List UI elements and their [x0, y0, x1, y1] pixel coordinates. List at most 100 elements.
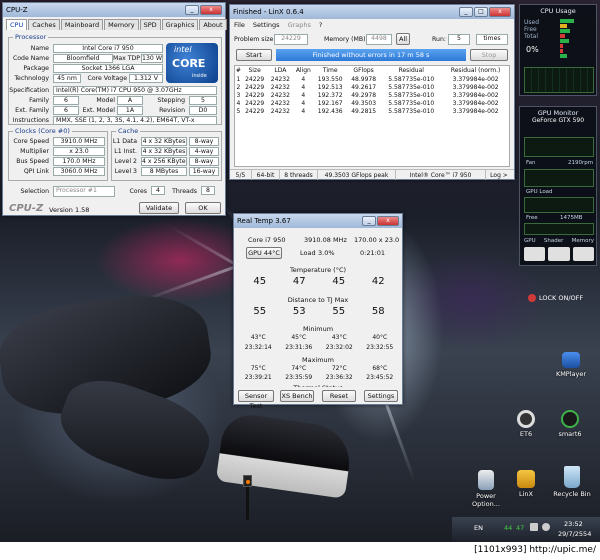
- ok-button[interactable]: OK: [185, 202, 221, 214]
- table-row[interactable]: 2 24229 24232 4 192.513 49.2617 5.587735e-010 3…: [235, 83, 509, 91]
- core-temps: 45 47 45 42: [240, 276, 398, 287]
- desktop-icon-power-options[interactable]: Power Option...: [468, 470, 504, 508]
- cache-ways: 16-way: [189, 167, 219, 176]
- free-memory-label: Free: [526, 215, 538, 221]
- cpu-usage-gadget[interactable]: CPU Usage Used Free Total 0%: [519, 4, 597, 96]
- tab-mainboard[interactable]: Mainboard: [60, 19, 104, 30]
- recycle-bin-label: Recycle Bin: [553, 490, 591, 498]
- menu-help[interactable]: ?: [319, 21, 322, 29]
- table-cell: 24232: [270, 91, 290, 99]
- minimize-button[interactable]: _: [362, 216, 376, 226]
- memory-total-label: Total: [524, 33, 539, 40]
- reset-button[interactable]: Reset: [322, 390, 356, 402]
- menu-graphs[interactable]: Graphs: [288, 21, 311, 29]
- memory-graph: [524, 223, 594, 235]
- maximize-button[interactable]: □: [474, 7, 488, 17]
- minimize-button[interactable]: _: [459, 7, 473, 17]
- column-header: Time: [322, 67, 338, 74]
- cpuz-window[interactable]: CPU-Z _ x CPU Caches Mainboard Memory SP…: [2, 2, 227, 216]
- linx-window[interactable]: Finished - LinX 0.6.4 _ □ x File Setting…: [229, 4, 515, 180]
- cache-level: Level 2: [114, 158, 137, 165]
- cpuz-title: CPU-Z: [6, 6, 28, 14]
- desktop-icon-et6[interactable]: ET6: [510, 410, 542, 438]
- close-button[interactable]: x: [377, 216, 399, 226]
- memory-input[interactable]: 4498: [366, 34, 392, 45]
- network-icon[interactable]: [530, 523, 538, 531]
- tab-graphics[interactable]: Graphics: [161, 19, 199, 30]
- cores-value: 4: [151, 186, 165, 195]
- menu-settings[interactable]: Settings: [253, 21, 280, 29]
- tab-about[interactable]: About: [199, 19, 227, 30]
- tab-caches[interactable]: Caches: [28, 19, 60, 30]
- desktop-icon-kmplayer[interactable]: KMPlayer: [552, 352, 590, 378]
- desktop-icon-linx[interactable]: LinX: [510, 470, 542, 498]
- minimize-button[interactable]: _: [185, 5, 199, 15]
- table-cell: 24232: [270, 99, 290, 107]
- min-temp: 45°C: [291, 334, 307, 341]
- smart6-label: smart6: [558, 430, 582, 438]
- table-row[interactable]: 5 24229 24232 4 192.436 49.2815 5.587735e-010 3…: [235, 107, 509, 115]
- linx-titlebar[interactable]: Finished - LinX 0.6.4 _ □ x: [230, 5, 514, 19]
- distance-label: Distance to TJ Max: [287, 296, 349, 304]
- selection-dropdown[interactable]: Processor #1: [53, 186, 115, 197]
- lock-label: LOCK ON/OFF: [539, 294, 584, 302]
- gpu-monitor-gadget[interactable]: GPU Monitor GeForce GTX 590 Fan 2190rpm …: [519, 106, 597, 266]
- family-label: Family: [29, 97, 49, 104]
- table-cell: 24229: [245, 107, 265, 115]
- log-toggle[interactable]: Log >: [486, 170, 512, 180]
- tray-temp[interactable]: 44: [504, 524, 512, 532]
- close-button[interactable]: x: [489, 7, 511, 17]
- menu-file[interactable]: File: [234, 21, 245, 29]
- tab-spd[interactable]: SPD: [139, 19, 161, 30]
- table-row[interactable]: 4 24229 24232 4 192.167 49.3503 5.587735e-010 3…: [235, 99, 509, 107]
- processor-group-label: Processor: [13, 33, 49, 41]
- cache-size: 4 x 32 KBytes: [141, 137, 187, 146]
- desktop-icon-recycle-bin[interactable]: Recycle Bin: [552, 466, 592, 498]
- desktop-icon-smart6[interactable]: smart6: [554, 410, 586, 438]
- cpuz-titlebar[interactable]: CPU-Z _ x: [3, 3, 225, 17]
- settings-button[interactable]: Settings: [364, 390, 398, 402]
- table-row[interactable]: 3 24229 24232 4 192.372 49.2978 5.587735e-010 3…: [235, 91, 509, 99]
- realtemp-titlebar[interactable]: Real Temp 3.67 _ x: [234, 214, 402, 228]
- clock-time[interactable]: 23:52: [564, 520, 583, 528]
- memory-clock-label: Memory: [571, 238, 594, 244]
- multiplier-value: x 23.0: [53, 147, 105, 156]
- cpu-multiplier: 170.00 x 23.0: [354, 236, 400, 244]
- close-button[interactable]: x: [200, 5, 222, 15]
- language-indicator[interactable]: EN: [474, 524, 483, 532]
- results-table-container[interactable]: # Size LDA Align Time GFlops Residual Re…: [234, 65, 510, 167]
- smart6-icon: [561, 410, 579, 428]
- lock-toggle[interactable]: LOCK ON/OFF: [528, 294, 583, 302]
- all-button[interactable]: All: [396, 33, 410, 45]
- run-unit-select[interactable]: times: [476, 34, 508, 45]
- core-load-bar: [560, 54, 567, 58]
- validate-button[interactable]: Validate: [139, 202, 179, 214]
- min-temp: 43°C: [250, 334, 266, 341]
- gpu-temp-button[interactable]: GPU 44°C: [246, 247, 282, 259]
- problem-size-input[interactable]: 24229: [274, 34, 308, 45]
- stop-button[interactable]: Stop: [470, 49, 508, 61]
- max-temp: 72°C: [331, 365, 347, 372]
- sensor-test-button[interactable]: Sensor Test: [238, 390, 274, 410]
- tab-memory[interactable]: Memory: [104, 19, 139, 30]
- start-button[interactable]: Start: [236, 49, 272, 61]
- table-row[interactable]: 1 24229 24232 4 193.550 48.9978 5.587735e-010 3…: [235, 75, 509, 83]
- volume-icon[interactable]: [542, 523, 550, 531]
- table-cell: 3.379984e-002: [452, 83, 499, 91]
- max-temps: 75°C 74°C 72°C 68°C: [238, 365, 400, 372]
- clock-date[interactable]: 29/7/2554: [558, 530, 591, 538]
- linx-menubar: File Settings Graphs ?: [230, 19, 514, 31]
- uptime: 0:21:01: [360, 249, 386, 257]
- tab-cpu[interactable]: CPU: [6, 19, 28, 30]
- tray-temp[interactable]: 47: [516, 524, 524, 532]
- minimum-label: Minimum: [302, 325, 334, 333]
- realtemp-window[interactable]: Real Temp 3.67 _ x Core i7 950 3910.08 M…: [233, 213, 403, 405]
- cpu-usage-percent: 0%: [526, 45, 539, 54]
- maxtdp-value: 130 W: [141, 54, 163, 63]
- max-times: 23:39:21 23:35:59 23:36:32 23:45:52: [238, 374, 400, 381]
- core-load-bar: [560, 29, 571, 33]
- run-count-input[interactable]: 5: [448, 34, 470, 45]
- xs-bench-button[interactable]: XS Bench: [280, 390, 314, 402]
- table-cell: 24229: [245, 83, 265, 91]
- min-temp: 43°C: [331, 334, 347, 341]
